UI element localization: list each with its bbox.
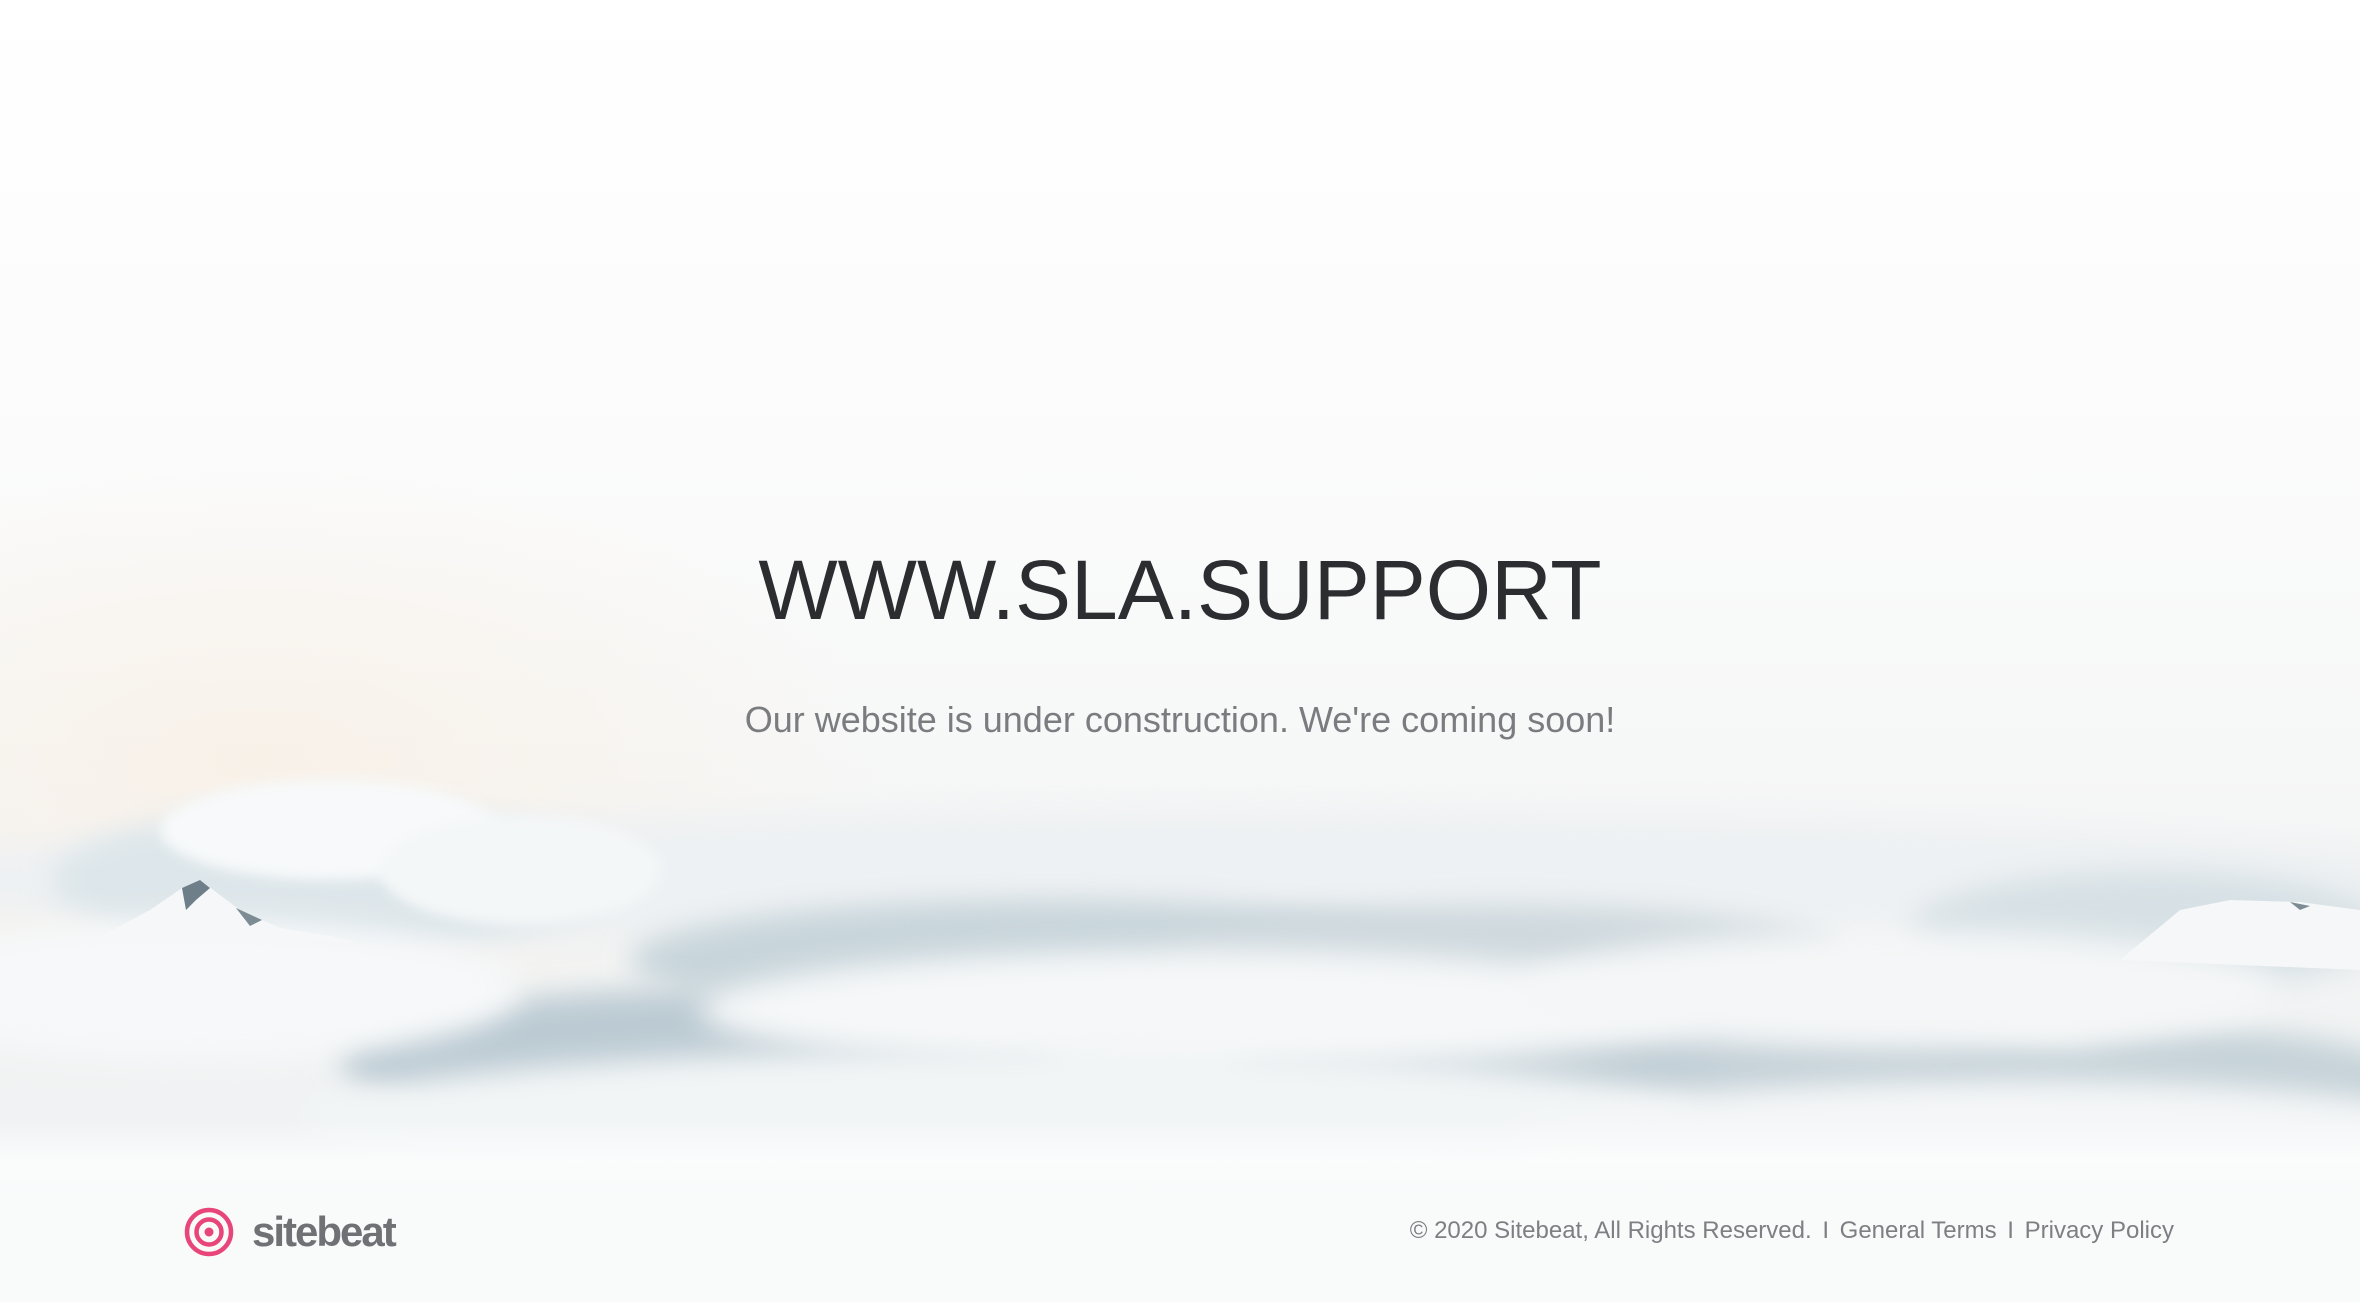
target-icon bbox=[184, 1207, 234, 1257]
hero: WWW.SLA.SUPPORT Our website is under con… bbox=[0, 540, 2360, 742]
separator: I bbox=[2007, 1217, 2014, 1244]
clouds-background bbox=[0, 780, 2360, 1180]
brand-name: sitebeat bbox=[252, 1208, 397, 1255]
separator: I bbox=[1822, 1217, 1829, 1244]
sitebeat-logo-link[interactable]: sitebeat bbox=[184, 1204, 397, 1260]
footer-links: © 2020 Sitebeat, All Rights Reserved. I … bbox=[1410, 1216, 2174, 1246]
privacy-policy-link[interactable]: Privacy Policy bbox=[2025, 1217, 2174, 1244]
copyright-text: © 2020 Sitebeat, All Rights Reserved. bbox=[1409, 1217, 1812, 1244]
coming-soon-page: WWW.SLA.SUPPORT Our website is under con… bbox=[0, 0, 2360, 1302]
footer: sitebeat © 2020 Sitebeat, All Rights Res… bbox=[0, 1162, 2360, 1302]
site-title: WWW.SLA.SUPPORT bbox=[758, 543, 1602, 637]
under-construction-message: Our website is under construction. We're… bbox=[744, 699, 1616, 740]
general-terms-link[interactable]: General Terms bbox=[1840, 1217, 1997, 1244]
